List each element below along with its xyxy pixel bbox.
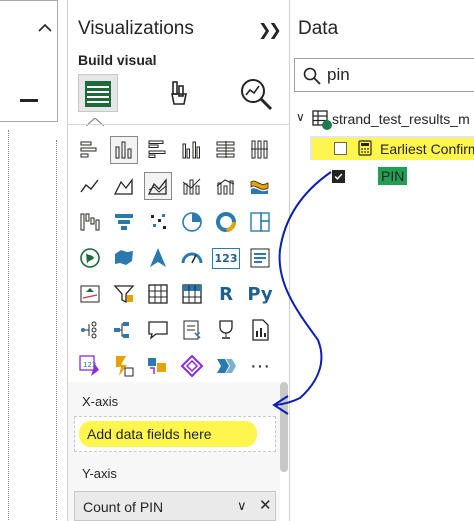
visual-table-icon[interactable]: [144, 280, 172, 308]
visual-funnel-icon[interactable]: [110, 208, 138, 236]
collapse-pane-icon[interactable]: ❯❯: [258, 20, 282, 40]
data-pane: Data ∨ strand_test_results_m Earliest Co…: [290, 0, 474, 521]
visual-stacked-bar-icon[interactable]: [76, 136, 104, 164]
report-page-thumbnail[interactable]: [0, 0, 58, 122]
visualizations-pane: Visualizations ❯❯ Build visual 123 R Py 123…: [68, 0, 290, 521]
visual-decomposition-tree-icon[interactable]: [110, 316, 138, 344]
checkmark-badge-icon: [322, 120, 332, 130]
visual-clustered-column-icon[interactable]: [178, 136, 206, 164]
visual-area-icon[interactable]: [110, 172, 138, 200]
visual-gauge-icon[interactable]: [178, 244, 206, 272]
field-earliest-confirm[interactable]: Earliest Confirm: [310, 136, 474, 160]
visual-filled-map-icon[interactable]: [110, 244, 138, 272]
visualizations-title: Visualizations: [78, 18, 194, 39]
visual-pie-icon[interactable]: [178, 208, 206, 236]
visual-card-icon[interactable]: 123: [211, 244, 241, 272]
field-name: PIN: [378, 167, 408, 185]
visual-azure-map-icon[interactable]: [144, 244, 172, 272]
x-axis-label: X-axis: [82, 394, 119, 409]
visual-custom-visual-a-icon[interactable]: [144, 352, 172, 380]
checked-checkbox-icon[interactable]: [332, 170, 345, 183]
search-input[interactable]: [327, 63, 467, 87]
y-axis-field-pill[interactable]: Count of PIN ∨ ✕: [74, 491, 276, 521]
visual-clustered-bar-icon[interactable]: [144, 136, 172, 164]
table-grid-icon: [85, 81, 111, 107]
scrollbar[interactable]: [280, 382, 288, 472]
visual-stacked-area-icon[interactable]: [144, 172, 172, 200]
visual-line-clustered-column-icon[interactable]: [178, 172, 206, 200]
search-icon: [303, 67, 321, 85]
y-axis-label: Y-axis: [82, 466, 117, 481]
visual-map-icon[interactable]: [76, 244, 104, 272]
search-field[interactable]: [294, 58, 474, 92]
chevron-down-icon[interactable]: ∨: [296, 110, 305, 124]
visual-slicer-icon[interactable]: [110, 280, 138, 308]
table-node[interactable]: ∨ strand_test_results_m: [296, 108, 474, 130]
visual-100-stacked-bar-icon[interactable]: [212, 136, 240, 164]
visual-treemap-icon[interactable]: [246, 208, 274, 236]
visual-line-icon[interactable]: [76, 172, 104, 200]
x-axis-drop-zone[interactable]: Add data fields here: [74, 416, 276, 452]
close-icon[interactable]: ✕: [259, 496, 272, 514]
visual-multi-row-card-icon[interactable]: [246, 244, 274, 272]
chevron-up-icon[interactable]: [36, 19, 54, 37]
visual-more-icon[interactable]: ···: [246, 352, 274, 380]
visual-key-influencers-icon[interactable]: [76, 316, 104, 344]
visual-r-visual-icon[interactable]: R: [212, 280, 240, 308]
visual-ribbon-icon[interactable]: [246, 172, 274, 200]
visual-type-gallery: 123 R Py 123 ···: [76, 136, 282, 386]
visual-smart-narrative-icon[interactable]: [178, 316, 206, 344]
visual-waterfall-icon[interactable]: [76, 208, 104, 236]
visual-donut-icon[interactable]: [212, 208, 240, 236]
visual-metrics-icon[interactable]: [212, 316, 240, 344]
visual-line-stacked-column-icon[interactable]: [212, 172, 240, 200]
visual-python-visual-icon[interactable]: Py: [246, 280, 274, 308]
field-checkbox[interactable]: [334, 142, 347, 155]
visual-paginated-report-icon[interactable]: [246, 316, 274, 344]
visual-custom-visual-b-icon[interactable]: [178, 352, 206, 380]
minimize-icon[interactable]: [20, 99, 38, 102]
build-visual-label: Build visual: [78, 52, 157, 68]
tab-divider: [68, 124, 290, 125]
data-title: Data: [298, 18, 339, 39]
build-visual-tab[interactable]: [78, 74, 118, 112]
chevron-down-icon[interactable]: ∨: [237, 498, 247, 514]
visual-100-stacked-column-icon[interactable]: [246, 136, 274, 164]
visual-power-apps-icon[interactable]: 123: [76, 352, 104, 380]
calculator-icon: [358, 140, 372, 156]
field-name: Earliest Confirm: [380, 141, 474, 157]
magnifier-chart-icon[interactable]: [238, 76, 274, 112]
visual-stacked-column-icon[interactable]: [110, 136, 138, 164]
x-axis-placeholder: Add data fields here: [87, 426, 212, 442]
canvas-border-right: [56, 140, 57, 520]
visual-kpi-icon[interactable]: [76, 280, 104, 308]
visual-custom-visual-c-icon[interactable]: [212, 352, 240, 380]
visual-matrix-icon[interactable]: [178, 280, 206, 308]
field-pin[interactable]: PIN: [330, 166, 474, 188]
visual-scatter-icon[interactable]: [144, 208, 172, 236]
y-axis-field-name: Count of PIN: [83, 499, 164, 515]
table-name: strand_test_results_m: [332, 111, 470, 127]
visual-qa-icon[interactable]: [144, 316, 172, 344]
canvas-border-left: [8, 130, 9, 520]
paintbrush-icon[interactable]: [164, 78, 194, 108]
report-canvas-strip: [0, 0, 68, 521]
visual-power-automate-icon[interactable]: [110, 352, 138, 380]
